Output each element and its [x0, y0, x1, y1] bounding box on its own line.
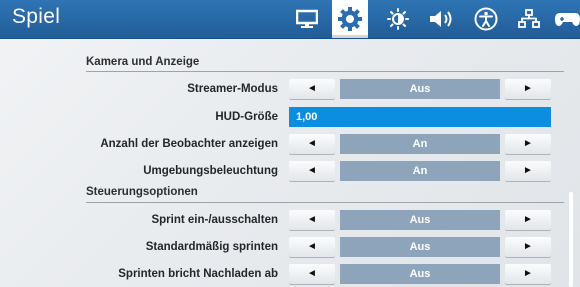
section-divider: [86, 202, 564, 203]
prev-option-button[interactable]: ◄: [289, 79, 335, 99]
next-option-button[interactable]: ►: [505, 210, 551, 230]
speaker-icon: [430, 11, 452, 27]
left-arrow-icon: ◄: [307, 241, 317, 252]
tab-video[interactable]: [289, 0, 325, 38]
setting-label: Anzahl der Beobachter anzeigen: [100, 138, 278, 150]
network-icon: [518, 9, 540, 28]
next-option-button[interactable]: ►: [505, 79, 551, 99]
next-option-button[interactable]: ►: [505, 134, 551, 154]
left-arrow-icon: ◄: [307, 268, 317, 279]
right-arrow-icon: ►: [523, 214, 533, 225]
right-arrow-icon: ►: [523, 241, 533, 252]
setting-value: Aus: [340, 210, 500, 230]
next-option-button[interactable]: ►: [505, 264, 551, 284]
tab-brightness[interactable]: [380, 0, 416, 38]
tab-network[interactable]: [511, 0, 547, 38]
next-option-button[interactable]: ►: [505, 237, 551, 257]
accessibility-icon: [474, 7, 498, 31]
setting-label: Umgebungsbeleuchtung: [143, 165, 278, 177]
gamepad-icon: [555, 13, 580, 26]
scrollbar[interactable]: [569, 192, 573, 287]
setting-label: Streamer-Modus: [187, 83, 278, 95]
prev-option-button[interactable]: ◄: [289, 237, 335, 257]
top-bar: Spiel: [0, 0, 580, 39]
setting-value: Aus: [340, 237, 500, 257]
setting-value: An: [340, 134, 500, 154]
prev-option-button[interactable]: ◄: [289, 210, 335, 230]
section-divider: [86, 71, 564, 72]
setting-label: Sprinten bricht Nachladen ab: [118, 268, 278, 280]
left-arrow-icon: ◄: [307, 165, 317, 176]
hud-size-input[interactable]: [289, 107, 551, 127]
tab-game[interactable]: [332, 0, 368, 38]
setting-value: Aus: [340, 264, 500, 284]
left-arrow-icon: ◄: [307, 83, 317, 94]
setting-label: Standardmäßig sprinten: [145, 241, 278, 253]
left-arrow-icon: ◄: [307, 138, 317, 149]
prev-option-button[interactable]: ◄: [289, 161, 335, 181]
setting-label: Sprint ein-/ausschalten: [151, 214, 278, 226]
tab-controller[interactable]: [555, 0, 580, 38]
brightness-icon: [387, 8, 409, 30]
monitor-icon: [296, 9, 318, 28]
settings-panel: Kamera und Anzeige Streamer-Modus ◄ Aus …: [0, 39, 580, 287]
next-option-button[interactable]: ►: [505, 161, 551, 181]
left-arrow-icon: ◄: [307, 214, 317, 225]
tab-accessibility[interactable]: [468, 0, 504, 38]
tab-audio[interactable]: [424, 0, 460, 38]
right-arrow-icon: ►: [523, 83, 533, 94]
page-title: Spiel: [12, 5, 61, 28]
prev-option-button[interactable]: ◄: [289, 264, 335, 284]
setting-label: HUD-Größe: [215, 111, 278, 123]
setting-value: Aus: [340, 79, 500, 99]
section-title-controls: Steuerungsoptionen: [86, 186, 198, 198]
right-arrow-icon: ►: [523, 138, 533, 149]
right-arrow-icon: ►: [523, 165, 533, 176]
right-arrow-icon: ►: [523, 268, 533, 279]
setting-value: An: [340, 161, 500, 181]
gear-icon: [338, 7, 362, 31]
section-title-camera: Kamera und Anzeige: [86, 56, 200, 68]
prev-option-button[interactable]: ◄: [289, 134, 335, 154]
